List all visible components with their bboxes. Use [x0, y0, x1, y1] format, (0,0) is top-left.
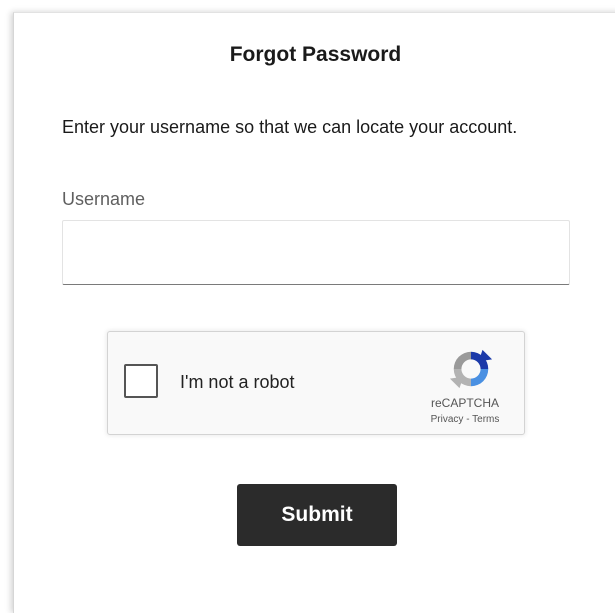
- recaptcha-label: I'm not a robot: [180, 372, 295, 392]
- recaptcha-logo-icon: [449, 349, 493, 389]
- username-input[interactable]: [62, 220, 570, 285]
- recaptcha-widget: I'm not a robot reCAPTCHA Privacy - Term…: [107, 331, 525, 435]
- page-title: Forgot Password: [229, 43, 402, 66]
- instructions-text: Enter your username so that we can locat…: [62, 117, 518, 137]
- submit-button[interactable]: Submit: [237, 484, 397, 546]
- recaptcha-terms-link[interactable]: Terms: [472, 414, 499, 425]
- recaptcha-link-separator: -: [466, 414, 470, 425]
- recaptcha-brand: reCAPTCHA: [430, 396, 499, 410]
- forgot-password-card: Forgot Password Enter your username so t…: [13, 12, 615, 613]
- recaptcha-links: Privacy - Terms: [408, 414, 522, 425]
- username-label: Username: [62, 189, 146, 209]
- recaptcha-privacy-link[interactable]: Privacy: [431, 414, 464, 425]
- recaptcha-checkbox[interactable]: [124, 364, 158, 398]
